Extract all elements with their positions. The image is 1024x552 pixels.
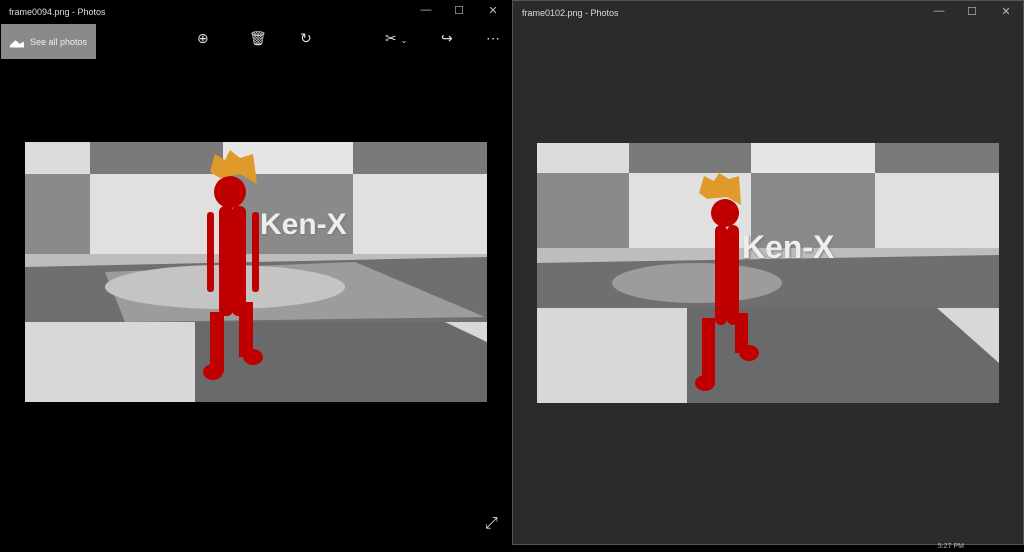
photos-window-2: frame0102.png - Photos — ☐ ✕ Ken-X bbox=[512, 0, 1024, 545]
image-text: Ken-X bbox=[260, 208, 347, 241]
taskbar: 5:27 PM bbox=[0, 543, 1024, 552]
window-title: frame0094.png - Photos bbox=[9, 7, 106, 17]
close-button[interactable]: ✕ bbox=[991, 5, 1021, 18]
minimize-button[interactable]: — bbox=[411, 4, 441, 16]
delete-icon[interactable]: 🗑︎ bbox=[249, 30, 267, 47]
fullscreen-icon[interactable]: ⤢ bbox=[485, 515, 498, 533]
photo-scene bbox=[537, 143, 999, 403]
photo-view[interactable]: Ken-X bbox=[537, 143, 999, 403]
photos-window-1: frame0094.png - Photos — ☐ ✕ See all pho… bbox=[0, 0, 512, 545]
rotate-icon[interactable]: ↻ bbox=[300, 30, 312, 47]
zoom-in-icon[interactable]: ⊕ bbox=[197, 30, 209, 47]
maximize-button[interactable]: ☐ bbox=[957, 5, 987, 18]
taskbar-clock[interactable]: 5:27 PM bbox=[938, 543, 964, 550]
photo-icon bbox=[10, 35, 24, 48]
edit-icon[interactable]: ✂ ⌄ bbox=[385, 30, 407, 47]
maximize-button[interactable]: ☐ bbox=[444, 4, 474, 17]
share-icon[interactable]: ↪ bbox=[441, 30, 453, 47]
image-text: Ken-X bbox=[742, 229, 835, 265]
minimize-button[interactable]: — bbox=[924, 5, 954, 17]
see-all-photos-button[interactable]: See all photos bbox=[1, 24, 96, 59]
close-button[interactable]: ✕ bbox=[478, 4, 508, 17]
more-button[interactable]: ⋯ bbox=[486, 30, 500, 47]
chevron-down-icon[interactable]: ⌄ bbox=[401, 36, 408, 45]
see-all-photos-label: See all photos bbox=[30, 36, 88, 47]
photo-scene bbox=[25, 142, 487, 402]
window-title: frame0102.png - Photos bbox=[522, 8, 619, 18]
photo-view[interactable]: Ken-X bbox=[25, 142, 487, 402]
